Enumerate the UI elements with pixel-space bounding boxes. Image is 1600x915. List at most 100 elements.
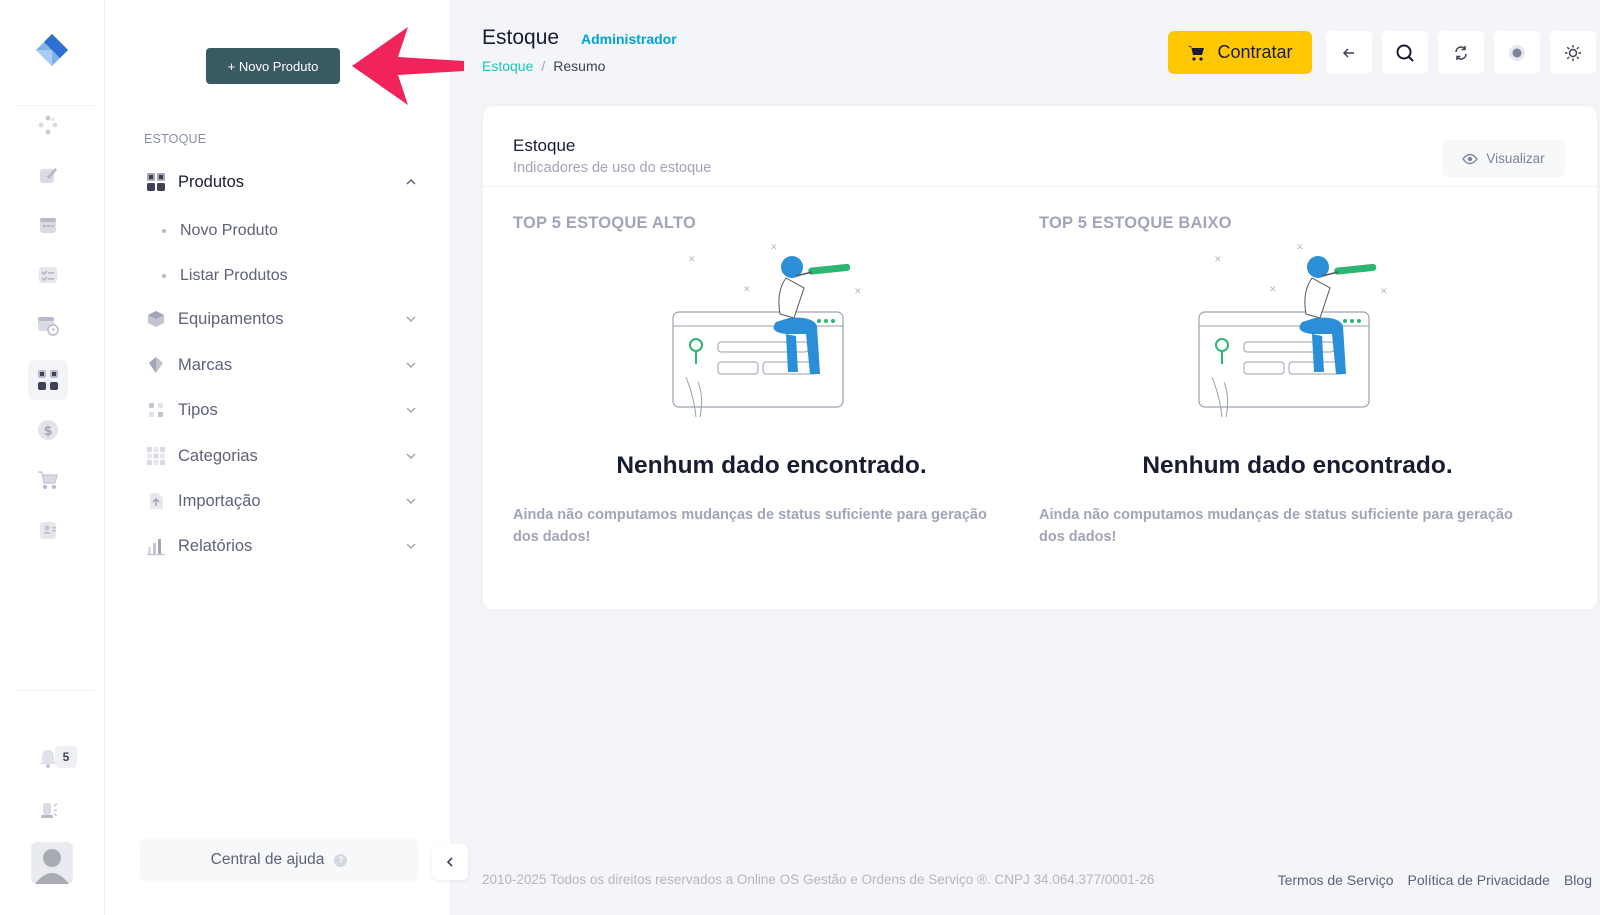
sidebar-item-produtos[interactable]: Produtos — [146, 167, 418, 197]
footer-link-terms[interactable]: Termos de Serviço — [1278, 872, 1394, 888]
icon-rail: $ 5 — [0, 0, 105, 915]
types-icon — [146, 400, 166, 420]
sidebar-item-label: Equipamentos — [178, 309, 284, 328]
rail-divider — [14, 690, 94, 691]
breadcrumb: Estoque / Resumo — [482, 58, 605, 74]
bullet-icon — [162, 274, 166, 278]
svg-text:✕: ✕ — [854, 287, 862, 297]
user-avatar[interactable] — [31, 842, 73, 884]
contratar-label: Contratar — [1217, 42, 1293, 62]
sidebar-item-label: Marcas — [178, 355, 233, 374]
sidebar-subitem-label: Novo Produto — [180, 222, 278, 239]
contacts-icon[interactable] — [33, 515, 63, 545]
help-center-button[interactable]: Central de ajuda ? — [140, 838, 418, 882]
sidebar-item-marcas[interactable]: Marcas — [146, 350, 418, 380]
app-logo[interactable] — [34, 32, 70, 68]
collapse-sidebar-button[interactable] — [432, 844, 468, 880]
footer-links: Termos de Serviço Política de Privacidad… — [1278, 872, 1592, 888]
visualize-label: Visualizar — [1486, 151, 1545, 166]
breadcrumb-separator: / — [541, 58, 546, 74]
chevron-down-icon — [404, 494, 418, 508]
help-center-label: Central de ajuda — [210, 851, 325, 868]
visualize-button[interactable]: Visualizar — [1442, 140, 1565, 177]
svg-text:✕: ✕ — [1296, 243, 1304, 253]
sidebar-item-label: Categorias — [178, 446, 258, 465]
user-role: Administrador — [581, 31, 677, 47]
chevron-down-icon — [404, 358, 418, 372]
chevron-down-icon — [404, 539, 418, 553]
empty-state-title: Nenhum dado encontrado. — [616, 452, 927, 479]
theme-toggle-button[interactable] — [1550, 31, 1596, 74]
record-button[interactable] — [1494, 31, 1540, 74]
page-title: Estoque — [482, 26, 560, 49]
empty-state-description: Ainda não computamos mudanças de status … — [1039, 507, 1513, 545]
sidebar-item-label: Tipos — [178, 400, 218, 419]
empty-state-title: Nenhum dado encontrado. — [1142, 452, 1453, 479]
back-button[interactable] — [1326, 31, 1372, 74]
search-icon — [1396, 44, 1414, 62]
bullet-icon — [162, 229, 166, 233]
footer-link-privacy[interactable]: Política de Privacidade — [1408, 872, 1550, 888]
footer-copyright: 2010-2025 Todos os direitos reservados a… — [482, 872, 1155, 887]
svg-text:✕: ✕ — [743, 285, 751, 295]
sidebar-item-equipamentos[interactable]: Equipamentos — [146, 304, 418, 334]
sidebar-item-importacao[interactable]: Importação — [146, 486, 418, 516]
breadcrumb-link[interactable]: Estoque — [482, 58, 533, 74]
breadcrumb-current: Resumo — [553, 58, 606, 74]
refresh-button[interactable] — [1438, 31, 1484, 74]
panel-heading: TOP 5 ESTOQUE BAIXO — [1039, 214, 1232, 232]
sidebar-item-tipos[interactable]: Tipos — [146, 395, 418, 425]
dashboard-icon[interactable] — [33, 110, 63, 140]
sidebar-item-label: Importação — [178, 491, 261, 510]
rail-divider — [14, 105, 94, 106]
brand-icon — [146, 355, 166, 375]
sidebar-subitem-label: Listar Produtos — [180, 267, 288, 284]
chevron-down-icon — [404, 312, 418, 326]
arrow-left-icon — [1342, 47, 1354, 58]
svg-text:✕: ✕ — [1269, 285, 1277, 295]
checklist-icon[interactable] — [33, 260, 63, 290]
target-icon — [1509, 44, 1525, 61]
svg-text:✕: ✕ — [1214, 255, 1222, 265]
refresh-icon — [1455, 45, 1467, 60]
contratar-button[interactable]: Contratar — [1168, 31, 1312, 74]
categories-icon — [146, 446, 166, 466]
card-divider — [483, 186, 1597, 187]
import-icon — [146, 491, 166, 511]
card-subtitle: Indicadores de uso do estoque — [513, 160, 712, 176]
annotation-arrow-icon — [352, 27, 464, 105]
svg-text:✕: ✕ — [688, 255, 696, 265]
edit-icon[interactable] — [33, 160, 63, 190]
sidebar-subitem-listar-produtos[interactable]: Listar Produtos — [162, 263, 288, 289]
svg-text:✕: ✕ — [770, 243, 778, 253]
grid-icon — [146, 172, 166, 192]
chevron-up-icon — [404, 175, 418, 189]
sidebar-subitem-novo-produto[interactable]: Novo Produto — [162, 218, 278, 244]
notifications-badge: 5 — [55, 746, 77, 768]
stock-summary-card: Estoque Indicadores de uso do estoque Vi… — [483, 106, 1597, 609]
sidebar-item-label: Relatórios — [178, 536, 253, 555]
new-product-button[interactable]: + Novo Produto — [206, 48, 340, 84]
empty-state-description: Ainda não computamos mudanças de status … — [513, 507, 987, 545]
sidebar-item-relatorios[interactable]: Relatórios — [146, 531, 418, 561]
calendar-list-icon[interactable] — [33, 210, 63, 240]
chevron-down-icon — [404, 403, 418, 417]
svg-text:✕: ✕ — [1380, 287, 1388, 297]
sidebar-item-categorias[interactable]: Categorias — [146, 441, 418, 471]
search-button[interactable] — [1382, 31, 1428, 74]
cart-icon[interactable] — [33, 465, 63, 495]
empty-state-illustration-icon: ✕ ✕ ✕ ✕ — [672, 243, 862, 418]
card-title: Estoque — [513, 136, 576, 155]
cart-icon — [1188, 45, 1205, 61]
grid-icon[interactable] — [28, 360, 68, 400]
svg-text:$: $ — [43, 424, 52, 439]
box-icon — [146, 309, 166, 329]
footer-link-blog[interactable]: Blog — [1564, 872, 1592, 888]
question-icon: ? — [334, 853, 348, 867]
panel-heading: TOP 5 ESTOQUE ALTO — [513, 214, 697, 232]
alarm-icon[interactable] — [33, 795, 63, 825]
eye-icon — [1462, 153, 1479, 164]
schedule-icon[interactable] — [33, 310, 63, 340]
dollar-icon[interactable]: $ — [33, 415, 63, 445]
sidebar-item-label: Produtos — [178, 172, 245, 191]
